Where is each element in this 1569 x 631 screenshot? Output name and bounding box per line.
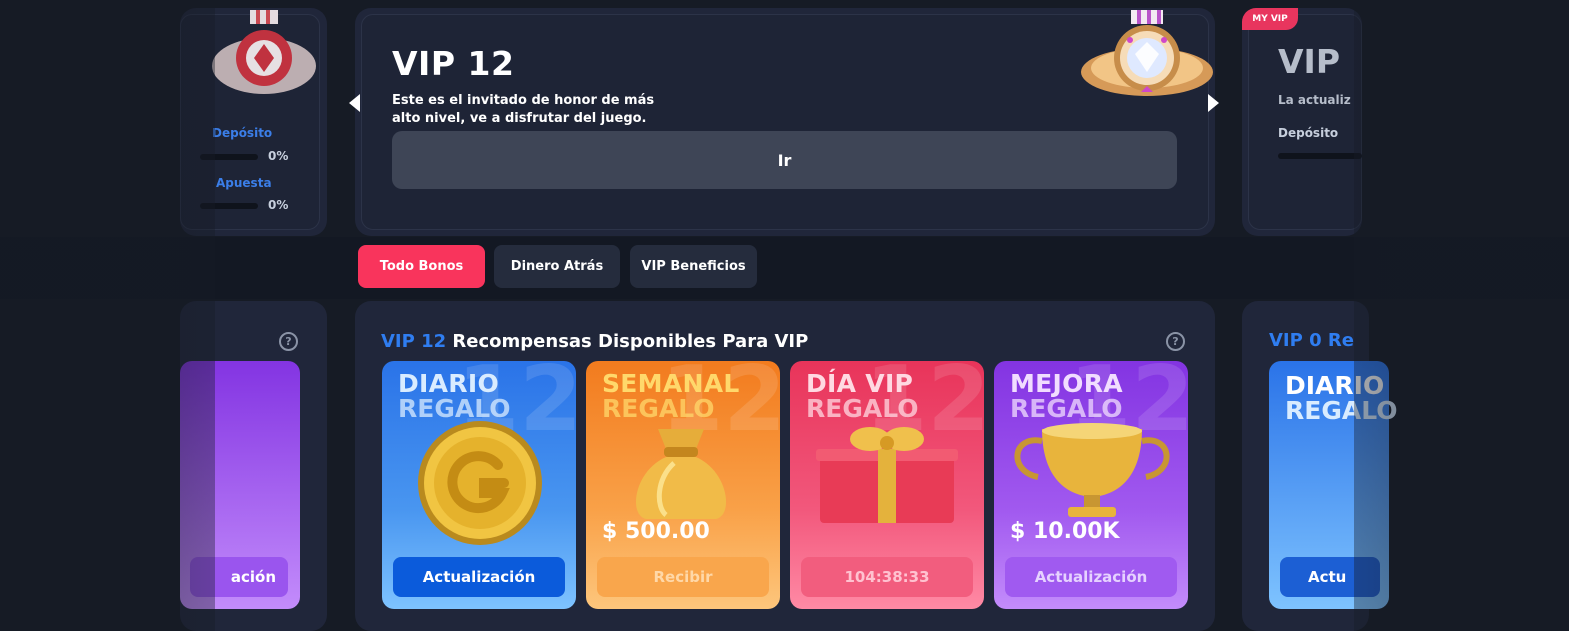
daily-upgrade-button[interactable]: Actualización [393,557,565,597]
reward-title: DÍA VIP [806,369,914,398]
next-rewards-heading: VIP 0 Re [1269,330,1354,351]
next-reward-button[interactable]: Actu [1280,557,1380,597]
vip-day-countdown[interactable]: 104:38:33 [801,557,973,597]
my-vip-title: VIP [1278,42,1341,81]
vip-description-line2: alto nivel, ve a disfrutar del juego. [392,111,647,126]
reward-title: DIARIO [398,369,500,398]
weekly-receive-button[interactable]: Recibir [597,557,769,597]
next-daily-reward: DIARIO REGALO Actu [1269,361,1398,609]
vip-day-gift-card: 12 DÍA VIP REGALO 104:38:33 [790,361,984,609]
money-bag-icon [635,429,727,519]
weekly-amount: $ 500.00 [602,519,710,544]
gold-coin-icon [418,421,542,545]
my-vip-card[interactable]: MY VIP VIP La actualiz Depósito [1242,8,1362,236]
tab-all-bonuses[interactable]: Todo Bonos [358,245,485,288]
red-medal-icon [212,10,316,94]
prev-upgrade-reward: ación [180,361,300,609]
next-reward-subtitle: REGALO [1285,396,1398,425]
help-icon[interactable]: ? [279,332,298,351]
weekly-gift-card: 12 SEMANAL REGALO $ 500.00 Recibir [586,361,780,609]
prev-vip-card[interactable]: Depósito 0% Apuesta 0% [180,8,327,236]
upgrade-amount: $ 10.00K [1010,519,1120,544]
bet-progress-bar [200,203,258,209]
next-arrow-icon[interactable] [1208,94,1219,112]
tab-vip-benefits[interactable]: VIP Beneficios [630,245,757,288]
vip-description-line1: Este es el invitado de honor de más [392,93,655,108]
my-vip-deposit-bar [1278,153,1362,159]
go-button[interactable]: Ir [392,131,1177,189]
help-icon[interactable]: ? [1166,332,1185,351]
tab-cashback[interactable]: Dinero Atrás [494,245,620,288]
vip-level-card: VIP 12 Este es el invitado de honor de m… [355,8,1215,236]
trophy-icon [1014,423,1170,517]
diamond-medal-icon [1081,10,1213,96]
gift-box-icon [816,427,958,523]
prev-rewards-card: ? ación [180,301,327,631]
upgrade-button[interactable]: Actualización [1005,557,1177,597]
reward-subtitle: REGALO [602,394,715,423]
prev-reward-button[interactable]: ación [190,557,288,597]
my-vip-subtitle: La actualiz [1278,93,1351,107]
rewards-heading-text: Recompensas Disponibles Para VIP [452,331,809,352]
deposit-percent: 0% [268,149,289,163]
bet-percent: 0% [268,198,289,212]
deposit-progress-bar [200,154,258,160]
prev-arrow-icon[interactable] [349,94,360,112]
vip-level-title: VIP 12 [392,44,515,83]
upgrade-gift-card: 12 MEJORA REGALO $ 10.00K Actualización [994,361,1188,609]
tab-band [0,237,1569,299]
reward-subtitle: REGALO [1010,394,1123,423]
bet-label[interactable]: Apuesta [216,176,272,190]
vip-description: Este es el invitado de honor de más alto… [392,92,662,128]
my-vip-deposit-label: Depósito [1278,126,1339,140]
my-vip-badge: MY VIP [1242,8,1298,30]
next-rewards-card: VIP 0 Re DIARIO REGALO Actu [1242,301,1398,631]
deposit-label[interactable]: Depósito [212,126,272,140]
reward-title: MEJORA [1010,369,1123,398]
vip-page: Depósito 0% Apuesta 0% VIP 12 Este es el… [0,0,1569,631]
rewards-heading: VIP 12 Recompensas Disponibles Para VIP [381,331,808,352]
rewards-heading-level: VIP 12 [381,331,447,352]
reward-subtitle: REGALO [806,394,919,423]
reward-title: SEMANAL [602,369,740,398]
daily-gift-card: 12 DIARIO REGALO Actualización [382,361,576,609]
